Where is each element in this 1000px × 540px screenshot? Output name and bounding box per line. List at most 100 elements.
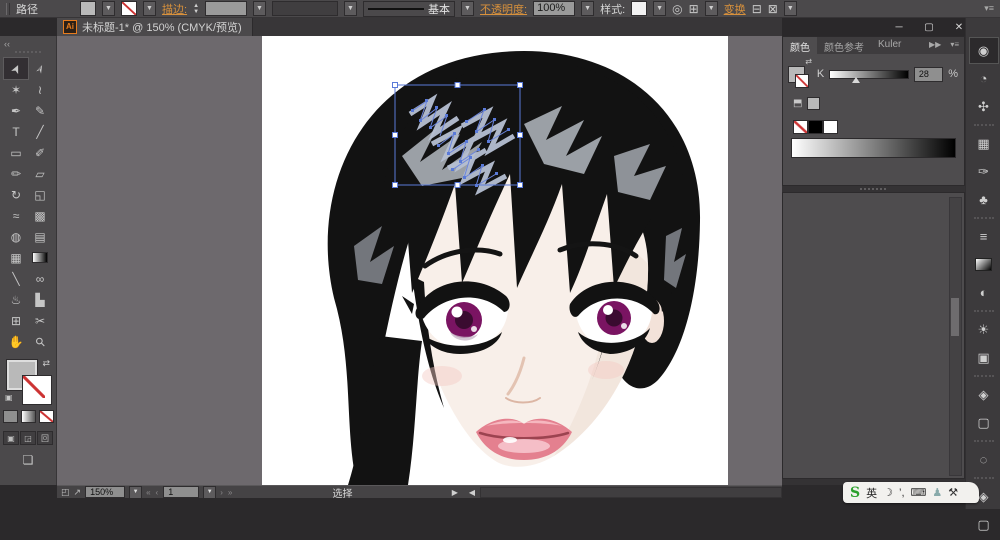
ime-logo-icon[interactable]: S: [850, 485, 860, 501]
ime-fullhalf-icon[interactable]: ☽: [883, 486, 893, 499]
perspective-grid-tool[interactable]: ▤: [28, 226, 52, 247]
fill-color-dropdown[interactable]: ▼: [102, 1, 115, 16]
dock-graphic-styles[interactable]: ▣: [970, 345, 998, 370]
panel-swap-icon[interactable]: ⇄: [805, 57, 812, 66]
panel-fill-stroke-proxy[interactable]: ⇄: [789, 59, 812, 89]
brush-definition[interactable]: 基本: [363, 1, 455, 17]
panel-scrollbar[interactable]: [949, 197, 962, 476]
tab-color[interactable]: 颜色: [783, 37, 817, 54]
artboard-number-dropdown[interactable]: ▼: [203, 486, 216, 499]
rectangle-tool[interactable]: ▭: [4, 142, 28, 163]
dock-appearance[interactable]: ☀: [970, 317, 998, 342]
first-artboard-button[interactable]: «: [146, 488, 151, 497]
eraser-tool[interactable]: ▱: [28, 163, 52, 184]
dock-artboards-2[interactable]: ▢: [970, 512, 998, 537]
width-profile-dropdown[interactable]: ▼: [344, 1, 357, 16]
k-value-field[interactable]: 28: [914, 67, 943, 82]
direct-selection-tool[interactable]: ➢: [28, 58, 52, 79]
tab-kuler[interactable]: Kuler: [871, 37, 908, 54]
ime-settings-wrench-icon[interactable]: ⚒: [948, 486, 958, 499]
opacity-dropdown[interactable]: ▼: [581, 1, 594, 16]
style-dropdown[interactable]: ▼: [653, 1, 666, 16]
hand-tool[interactable]: ✋: [4, 331, 28, 352]
maximize-button[interactable]: ▢: [914, 19, 944, 35]
screen-mode-button[interactable]: ❏: [19, 453, 37, 467]
stroke-panel-link[interactable]: 描边:: [162, 1, 187, 17]
ime-skin-icon[interactable]: ♟: [932, 486, 942, 499]
width-tool[interactable]: ≈: [4, 205, 28, 226]
k-slider[interactable]: [829, 70, 909, 79]
artboard-tool[interactable]: ⊞: [4, 310, 28, 331]
none-swatch[interactable]: [793, 120, 808, 134]
dock-kuler[interactable]: ✣: [970, 94, 998, 119]
selection-tool[interactable]: ➤: [4, 58, 28, 79]
free-transform-tool[interactable]: ▩: [28, 205, 52, 226]
scale-tool[interactable]: ◱: [28, 184, 52, 205]
paintbrush-tool[interactable]: ✐: [28, 142, 52, 163]
panel-stroke-swatch[interactable]: [796, 75, 808, 87]
artboard[interactable]: [262, 36, 728, 485]
dock-transparency[interactable]: ◐: [970, 280, 998, 305]
artboard-nav-icon[interactable]: ◰: [61, 487, 70, 498]
panel-expand-icon[interactable]: ▶▶: [925, 37, 945, 54]
dock-brushes[interactable]: ✑: [970, 159, 998, 184]
status-bar-expand-icon[interactable]: ▶: [452, 488, 459, 497]
more-options-dropdown[interactable]: ▼: [784, 1, 797, 16]
magic-wand-tool[interactable]: ✶: [4, 79, 28, 100]
last-artboard-button[interactable]: »: [228, 488, 233, 497]
draw-behind-button[interactable]: ◲: [20, 431, 36, 445]
panel-menu-icon[interactable]: ▾≡: [945, 37, 964, 54]
control-bar-menu-icon[interactable]: ▾≡: [984, 3, 994, 14]
draw-inside-button[interactable]: 回: [37, 431, 53, 445]
stroke-color-swatch[interactable]: [121, 1, 137, 16]
column-graph-tool[interactable]: ▙: [28, 289, 52, 310]
toolbar-stroke-swatch[interactable]: [23, 376, 51, 404]
zoom-tool[interactable]: ⚲: [28, 331, 52, 352]
shape-builder-tool[interactable]: ◍: [4, 226, 28, 247]
dock-symbols[interactable]: ♣: [970, 187, 998, 212]
ime-punctuation-icon[interactable]: ’,: [899, 487, 905, 499]
align-icon[interactable]: ⊞: [689, 2, 699, 16]
width-profile-field[interactable]: [272, 1, 338, 16]
rotate-tool[interactable]: ↻: [4, 184, 28, 205]
type-tool[interactable]: T: [4, 121, 28, 142]
ime-language-toggle[interactable]: 英: [866, 485, 877, 501]
lasso-tool[interactable]: ≀: [28, 79, 52, 100]
stroke-color-dropdown[interactable]: ▼: [143, 1, 156, 16]
hscroll-left-arrow[interactable]: ◀: [469, 488, 476, 497]
ime-softkeyboard-icon[interactable]: ⌨: [911, 486, 927, 499]
align-dropdown[interactable]: ▼: [705, 1, 718, 16]
document-tab[interactable]: Ai 未标题-1* @ 150% (CMYK/预览): [57, 18, 253, 36]
pen-tool[interactable]: ✒: [4, 100, 28, 121]
brush-definition-dropdown[interactable]: ▼: [461, 1, 474, 16]
zoom-level-field[interactable]: 150%: [85, 486, 125, 498]
dock-artboards[interactable]: ▢: [970, 410, 998, 435]
prev-artboard-button[interactable]: ‹: [156, 488, 160, 497]
export-icon[interactable]: ↗: [74, 487, 82, 498]
swap-fill-stroke-icon[interactable]: ⇄: [42, 358, 50, 369]
eyedropper-tool[interactable]: ╲: [4, 268, 28, 289]
panel-scrollbar-thumb[interactable]: [951, 298, 959, 336]
dock-swatches[interactable]: ▦: [970, 131, 998, 156]
toolbar-grip[interactable]: [15, 51, 41, 57]
slice-tool[interactable]: ✂: [28, 310, 52, 331]
anchor-point-tool[interactable]: ✎: [28, 100, 52, 121]
canvas-area[interactable]: [57, 36, 782, 485]
gradient-mode-button[interactable]: [21, 410, 36, 423]
default-fill-stroke-icon[interactable]: ▣: [5, 393, 13, 402]
none-mode-button[interactable]: [39, 410, 54, 423]
artboard-number-field[interactable]: 1: [163, 486, 199, 498]
dock-color-guide[interactable]: ◔: [970, 66, 998, 91]
stroke-weight-stepper[interactable]: ▲▼: [193, 3, 199, 15]
fill-color-swatch[interactable]: [80, 1, 96, 16]
horizontal-scrollbar[interactable]: [480, 487, 782, 498]
shape-mode-icon-2[interactable]: ⊠: [768, 2, 778, 16]
line-segment-tool[interactable]: ╱: [28, 121, 52, 142]
gradient-tool[interactable]: [28, 247, 52, 268]
stroke-weight-dropdown[interactable]: ▼: [253, 1, 266, 16]
blend-tool[interactable]: ∞: [28, 268, 52, 289]
out-of-gamut-icon[interactable]: ⬒: [793, 98, 802, 109]
tab-color-guide[interactable]: 颜色参考: [817, 37, 871, 54]
gamut-swatch[interactable]: [807, 97, 820, 110]
shape-mode-icon-1[interactable]: ⊟: [752, 2, 762, 16]
